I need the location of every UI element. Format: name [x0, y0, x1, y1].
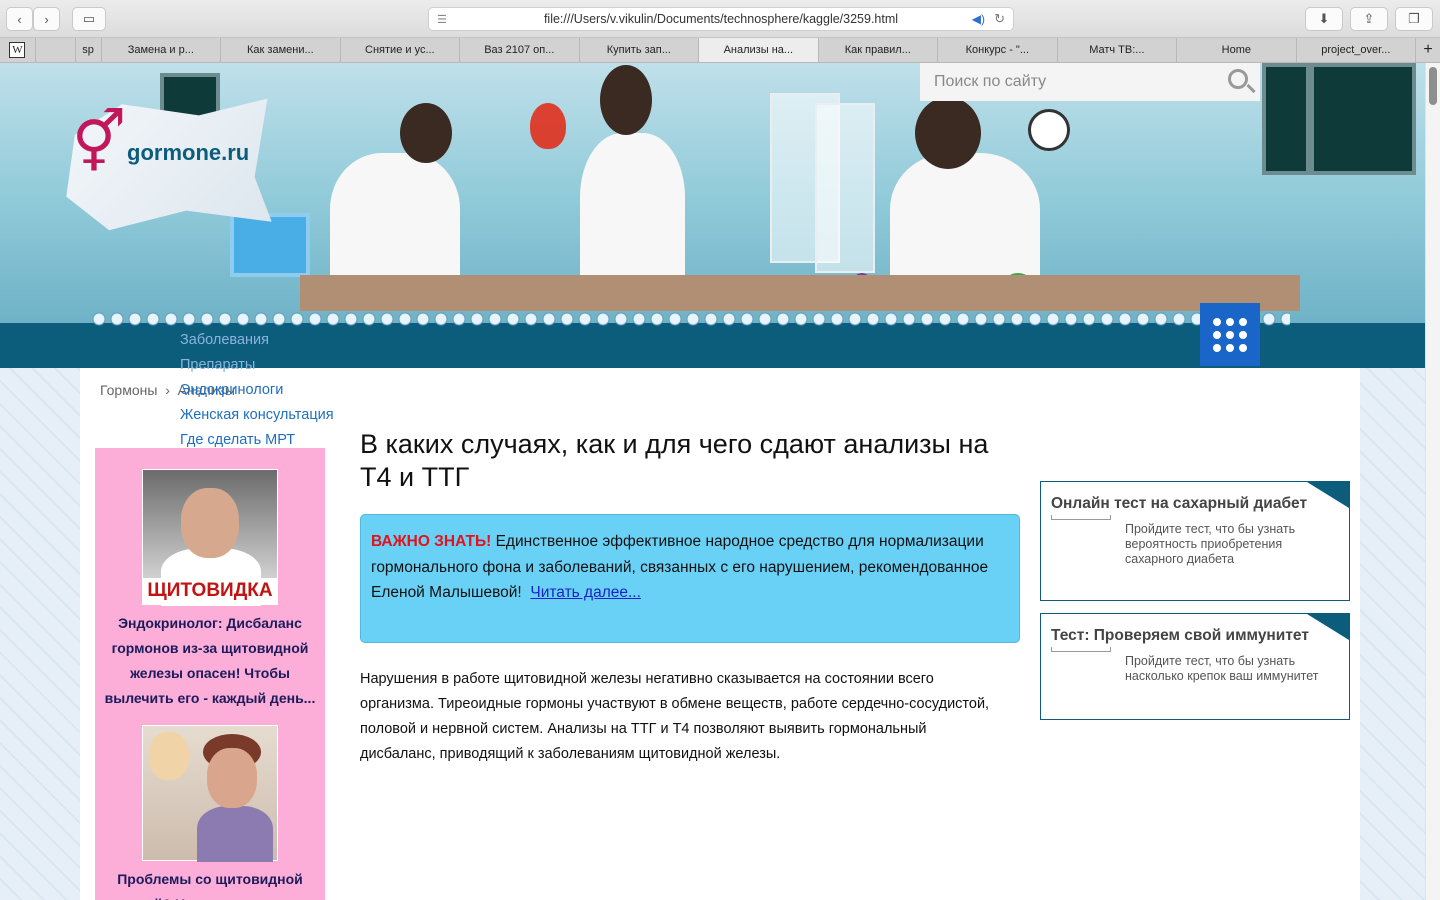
breadcrumb-separator: › [165, 382, 170, 398]
tab[interactable]: Home [1177, 38, 1297, 62]
search-icon[interactable] [1228, 69, 1248, 89]
address-bar[interactable]: ☰ file:///Users/v.vikulin/Documents/tech… [428, 7, 1014, 31]
scientist-illustration [915, 97, 981, 169]
body-illustration [197, 806, 273, 862]
menu-item[interactable]: Препараты [180, 353, 334, 378]
search-input[interactable]: Поиск по сайту [920, 63, 1260, 101]
scientist-illustration [400, 103, 452, 163]
tabs-icon[interactable]: ❐ [1395, 7, 1433, 31]
ad-text[interactable]: Эндокринолог: Дисбаланс гормонов из-за щ… [103, 611, 317, 711]
site-logo[interactable]: gormone.ru [127, 140, 249, 166]
notice-label: ВАЖНО ЗНАТЬ! [371, 533, 492, 550]
ad-caption: ЩИТОВИДКА [143, 578, 277, 604]
new-tab-button[interactable]: + [1416, 38, 1440, 62]
back-icon[interactable]: ‹ [6, 7, 33, 31]
face-illustration [181, 488, 239, 558]
reader-icon[interactable]: ☰ [437, 13, 447, 26]
wikipedia-tab[interactable]: W [0, 38, 36, 62]
widget-title[interactable]: Онлайн тест на сахарный диабет [1051, 495, 1339, 513]
widget-description: Пройдите тест, что бы узнать вероятность… [1125, 522, 1296, 566]
search-placeholder: Поиск по сайту [934, 73, 1047, 90]
scientist-illustration [600, 65, 652, 135]
clock-illustration [1028, 109, 1070, 151]
corner-decoration [1307, 482, 1349, 508]
sidebar-icon[interactable]: ▭ [72, 7, 106, 31]
page: ⚥ gormone.ru Поиск по сайту Гормоны › Ан… [0, 63, 1440, 900]
article-title: В каких случаях, как и для чего сдают ан… [360, 429, 989, 492]
pinned-tab[interactable] [36, 38, 76, 62]
widget-title[interactable]: Тест: Проверяем свой иммунитет [1051, 627, 1339, 645]
tab[interactable]: project_over... [1297, 38, 1417, 62]
face-illustration [207, 748, 257, 808]
notice-box: ВАЖНО ЗНАТЬ! Единственное эффективное на… [360, 514, 1020, 643]
tab-active[interactable]: Анализы на... [699, 38, 819, 62]
tab-bar: W sp Замена и р... Как замени... Снятие … [0, 38, 1440, 63]
xray-illustration [1262, 63, 1310, 175]
scientist-illustration [330, 153, 460, 293]
tab[interactable]: Конкурс - "... [938, 38, 1058, 62]
gender-logo-icon: ⚥ [72, 109, 127, 176]
tab[interactable]: Замена и р... [102, 38, 222, 62]
share-icon[interactable]: ⇪ [1350, 7, 1388, 31]
site-header: ⚥ gormone.ru Поиск по сайту [0, 63, 1425, 323]
ad-text[interactable]: Проблемы со щитовидной железой? Нужно вс… [103, 867, 317, 900]
browser-toolbar: ‹ › ▭ ☰ file:///Users/v.vikulin/Document… [0, 0, 1440, 38]
bubble-border [90, 310, 1290, 328]
wikipedia-icon: W [9, 42, 26, 58]
grid-menu-icon[interactable] [1200, 303, 1260, 366]
main-content: Гормоны › Анализы Заболевания Препараты … [80, 332, 1360, 900]
menu-item[interactable]: Женская консультация [180, 403, 334, 428]
tab[interactable]: Снятие и ус... [341, 38, 461, 62]
menu-item[interactable]: Заболевания [180, 328, 334, 353]
nurse-illustration [149, 732, 189, 780]
diabetes-test-widget[interactable]: Онлайн тест на сахарный диабет Пройдите … [1040, 481, 1350, 601]
tab[interactable]: Как замени... [221, 38, 341, 62]
shelf-illustration [815, 103, 875, 273]
immunity-test-widget[interactable]: Тест: Проверяем свой иммунитет Пройдите … [1040, 613, 1350, 720]
scrollbar-thumb[interactable] [1429, 67, 1437, 105]
ad-image-doctor[interactable]: ЩИТОВИДКА [142, 469, 278, 606]
category-menu: Заболевания Препараты Эндокринологи Женс… [180, 328, 334, 453]
tab[interactable]: Как правил... [819, 38, 939, 62]
widget-divider [1051, 515, 1111, 520]
corner-decoration [1307, 614, 1349, 640]
laptop-illustration [230, 213, 310, 277]
widget-description: Пройдите тест, что бы узнать насколько к… [1125, 654, 1319, 683]
read-more-link[interactable]: Читать далее... [530, 584, 641, 601]
article-body: Нарушения в работе щитовидной железы нег… [360, 671, 990, 762]
url-text: file:///Users/v.vikulin/Documents/techno… [543, 12, 899, 26]
ad-image-patient[interactable] [142, 725, 278, 862]
menu-item[interactable]: Эндокринологи [180, 378, 334, 403]
xray-illustration [1310, 63, 1416, 175]
tab[interactable]: Ваз 2107 оп... [460, 38, 580, 62]
tab[interactable]: sp [76, 38, 102, 62]
widget-divider [1051, 647, 1111, 652]
audio-icon[interactable]: ◀) [972, 12, 985, 26]
desk-illustration [300, 275, 1300, 311]
download-icon[interactable]: ⬇ [1305, 7, 1343, 31]
ad-sidebar: ЩИТОВИДКА Эндокринолог: Дисбаланс гормон… [95, 448, 325, 900]
scientist-illustration [890, 153, 1040, 293]
scientist-illustration [580, 133, 685, 293]
breadcrumb-home[interactable]: Гормоны [100, 382, 157, 398]
flask-illustration [530, 103, 566, 149]
reload-icon[interactable]: ↻ [994, 11, 1005, 27]
scrollbar[interactable] [1425, 63, 1440, 900]
tab[interactable]: Матч ТВ:... [1058, 38, 1178, 62]
forward-icon[interactable]: › [33, 7, 60, 31]
tab[interactable]: Купить зап... [580, 38, 700, 62]
